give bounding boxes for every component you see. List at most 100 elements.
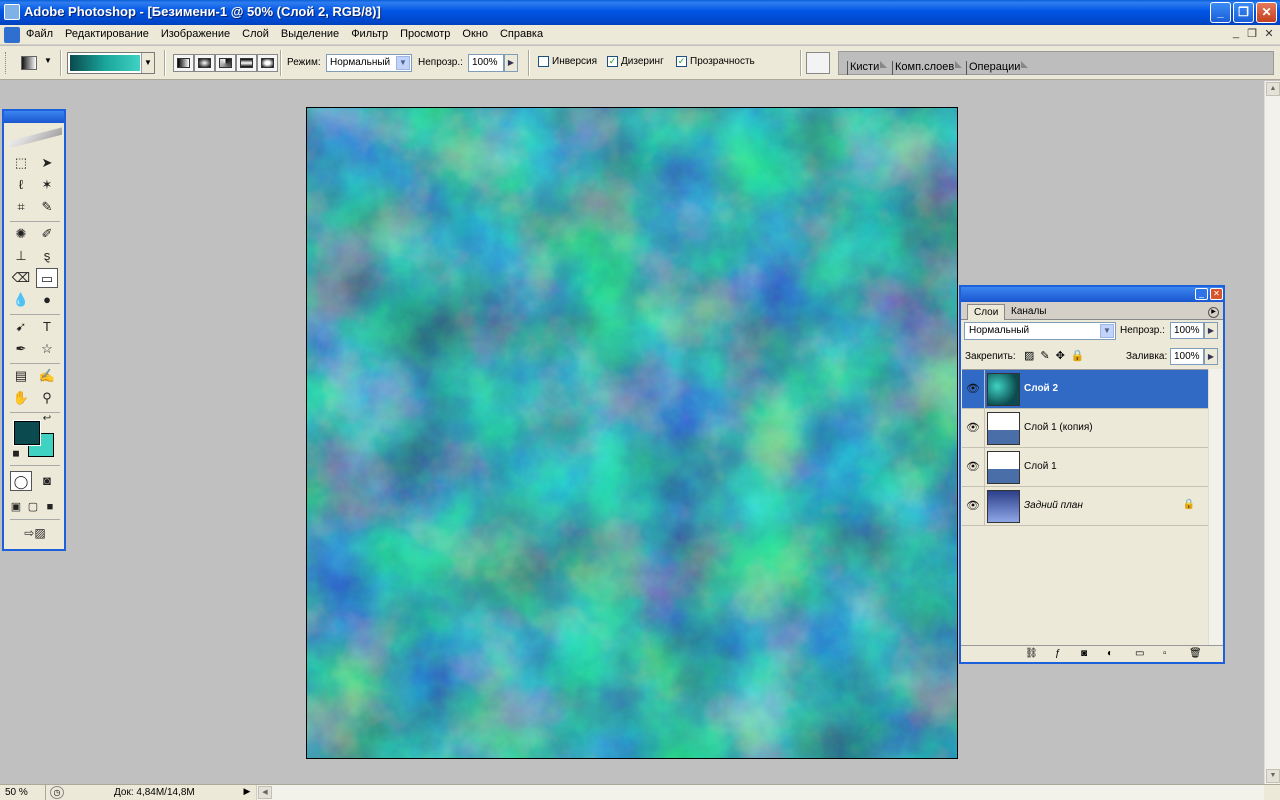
new-layer-icon[interactable]: ▫ [1163,648,1167,659]
layer-row[interactable]: 👁 Слой 2 [962,370,1209,409]
fill-input[interactable]: 100% [1170,348,1204,365]
menu-layer[interactable]: Слой [242,28,269,40]
blend-mode-select[interactable]: Нормальный ▼ [964,322,1116,340]
palette-close-icon[interactable]: ✕ [1210,288,1223,300]
reverse-checkbox[interactable]: Инверсия [538,56,597,67]
reflected-gradient-button[interactable] [236,54,257,72]
default-colors-icon[interactable]: ◼ [10,447,22,459]
full-screen-menu-mode-icon[interactable]: ▢ [25,497,41,517]
dodge-tool-icon[interactable]: ● [36,290,58,310]
slice-tool-icon[interactable]: ✎ [36,197,58,217]
layer-row[interactable]: 👁 Задний план 🔒 [962,487,1209,526]
layers-palette-title-bar[interactable]: _ ✕ [961,287,1223,302]
photoshop-feather-logo[interactable] [6,127,62,148]
workspace-horizontal-scrollbar[interactable]: ◀ [256,785,1264,800]
link-layers-icon[interactable]: ⛓ [1025,648,1038,659]
chevron-down-icon[interactable]: ▼ [141,53,154,73]
full-screen-mode-icon[interactable]: ■ [42,497,58,517]
blur-tool-icon[interactable]: 💧 [10,290,32,310]
new-group-icon[interactable]: ▭ [1135,648,1144,659]
quick-mask-mode-icon[interactable]: ◙ [36,471,58,491]
doc-restore-icon[interactable]: ❐ [1244,27,1260,42]
photoshop-app-icon[interactable] [4,4,20,20]
mode-select[interactable]: Нормальный ▼ [326,54,412,72]
adjustment-layer-icon[interactable]: ◐ [1107,648,1113,659]
opacity-input[interactable]: 100% [468,54,504,72]
marquee-tool-icon[interactable]: ⬚ [10,153,32,173]
trash-icon[interactable]: 🗑 [1189,648,1202,659]
lasso-tool-icon[interactable]: ℓ [10,175,32,195]
eye-icon[interactable]: 👁 [966,460,980,474]
magic-wand-tool-icon[interactable]: ✶ [36,175,58,195]
standard-screen-mode-icon[interactable]: ▣ [8,497,24,517]
tab-channels[interactable]: Каналы [1005,304,1053,320]
custom-shape-tool-icon[interactable]: ☆ [36,339,58,359]
menu-view[interactable]: Просмотр [400,28,450,40]
eyedropper-tool-icon[interactable]: ✍ [36,366,58,386]
workspace-vertical-scrollbar[interactable]: ▲ ▼ [1264,81,1280,784]
scroll-up-icon[interactable]: ▲ [1266,82,1280,96]
zoom-tool-icon[interactable]: ⚲ [36,388,58,408]
menu-filter[interactable]: Фильтр [351,28,388,40]
linear-gradient-button[interactable] [173,54,194,72]
dither-checkbox-box[interactable]: ✓ [607,56,618,67]
transparency-checkbox-box[interactable]: ✓ [676,56,687,67]
menu-edit[interactable]: Редактирование [65,28,149,40]
doc-close-icon[interactable]: ✕ [1261,27,1277,42]
history-brush-tool-icon[interactable]: ȿ [36,246,58,266]
restore-button[interactable]: ❐ [1233,2,1254,23]
jump-to-imageready-icon[interactable]: ⇨▨ [12,523,58,543]
status-menu-arrow-icon[interactable]: ▶ [241,786,253,800]
well-tab-layer-comps[interactable]: Комп.слоев [892,61,963,75]
gradient-picker[interactable]: ▼ [67,52,155,74]
fill-slider-button[interactable]: ▶ [1204,348,1218,365]
lock-transparency-icon[interactable]: ▨ [1024,349,1034,362]
dither-checkbox[interactable]: ✓ Дизеринг [607,56,664,67]
reverse-checkbox-box[interactable] [538,56,549,67]
well-tab-actions[interactable]: Операции [966,61,1030,75]
diamond-gradient-button[interactable] [257,54,278,72]
foreground-color-swatch-top[interactable] [13,420,41,446]
file-browser-icon[interactable] [806,52,830,74]
tool-preset-picker[interactable]: ▼ [18,54,56,72]
gradient-tool-icon[interactable]: ▭ [36,268,58,288]
options-grip[interactable] [5,52,8,74]
menu-image[interactable]: Изображение [161,28,230,40]
lock-position-icon[interactable]: ✥ [1056,349,1065,362]
zoom-level[interactable]: 50 % [0,785,46,800]
eye-icon[interactable]: 👁 [966,499,980,513]
tab-layers[interactable]: Слои [967,304,1006,320]
close-button[interactable]: ✕ [1256,2,1277,23]
layer-mask-icon[interactable]: ◙ [1081,648,1087,659]
layer-row[interactable]: 👁 Слой 1 (копия) [962,409,1209,448]
eraser-tool-icon[interactable]: ⌫ [10,268,32,288]
eye-icon[interactable]: 👁 [966,421,980,435]
scroll-left-icon[interactable]: ◀ [258,786,272,799]
crop-tool-icon[interactable]: ⌗ [10,197,32,217]
pen-tool-icon[interactable]: ✒ [10,339,32,359]
move-tool-icon[interactable]: ➤ [36,153,58,173]
status-info-icon[interactable]: ◷ [50,786,64,799]
palette-menu-icon[interactable]: ▶ [1208,307,1219,318]
layer-style-icon[interactable]: ƒ [1055,648,1061,659]
eye-icon[interactable]: 👁 [966,382,980,396]
layer-opacity-input[interactable]: 100% [1170,322,1204,339]
layers-scrollbar[interactable] [1208,369,1222,645]
toolbox-title-bar[interactable] [4,111,64,123]
document-canvas[interactable] [306,107,958,759]
menu-help[interactable]: Справка [500,28,543,40]
healing-brush-tool-icon[interactable]: ✺ [10,224,32,244]
opacity-slider-button[interactable]: ▶ [504,54,518,72]
clone-stamp-tool-icon[interactable]: ⊥ [10,246,32,266]
hand-tool-icon[interactable]: ✋ [10,388,32,408]
radial-gradient-button[interactable] [194,54,215,72]
minimize-button[interactable]: _ [1210,2,1231,23]
menu-file[interactable]: Файл [26,28,53,40]
menu-window[interactable]: Окно [462,28,488,40]
scroll-down-icon[interactable]: ▼ [1266,769,1280,783]
palette-minimize-icon[interactable]: _ [1195,288,1208,300]
lock-pixels-icon[interactable]: ✎ [1040,349,1049,362]
menu-select[interactable]: Выделение [281,28,339,40]
layer-row[interactable]: 👁 Слой 1 [962,448,1209,487]
type-tool-icon[interactable]: T [36,317,58,337]
